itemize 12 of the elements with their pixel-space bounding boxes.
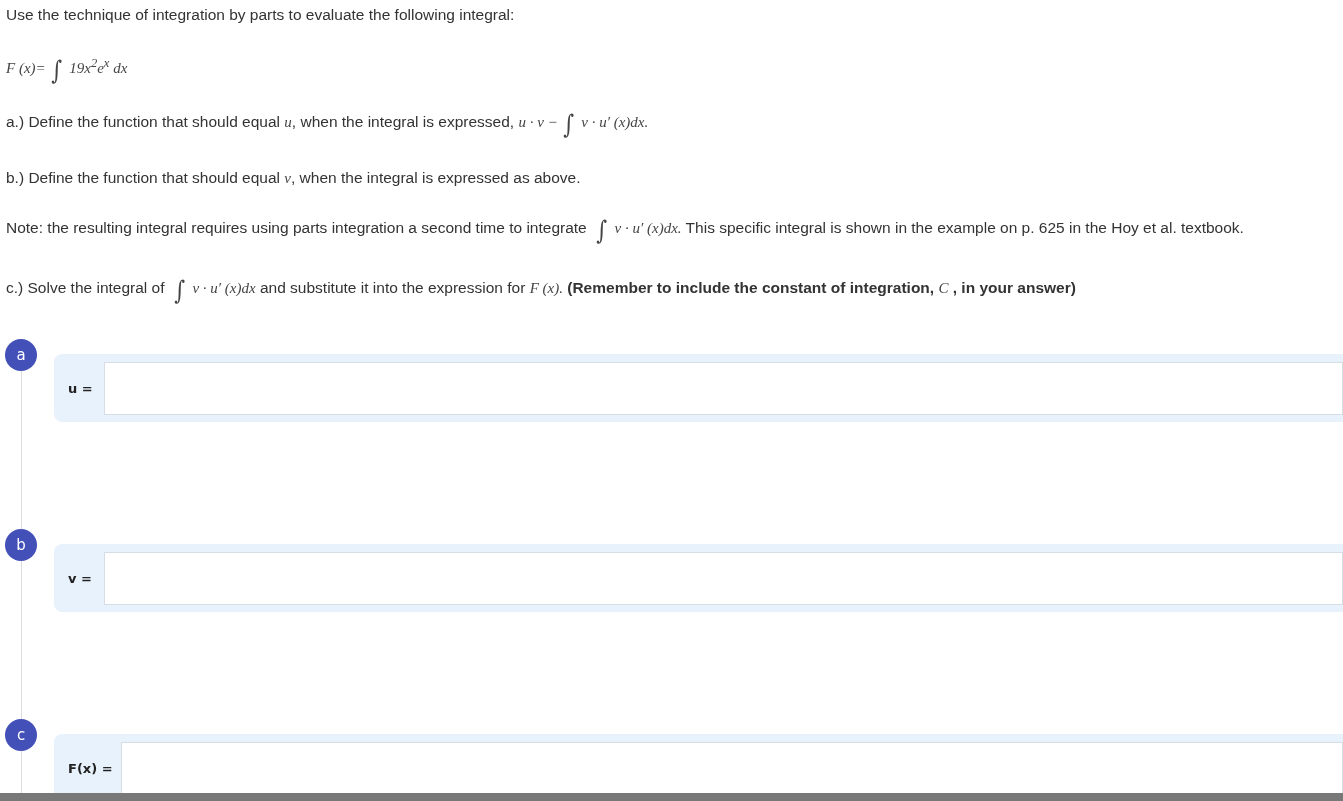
answer-label: v = [68,570,93,586]
horizontal-scrollbar[interactable] [0,793,1343,801]
answer-field[interactable] [120,741,1343,795]
part-badge: b [5,529,37,561]
paragraph: b.) Define the function that should equal v, when the integral is expressed as above. [6,168,582,188]
paragraph: Use the technique of integration by parts to evaluate the following integral: [6,5,516,25]
answer-label: F(x) = [68,760,113,776]
answer-field[interactable] [104,361,1343,415]
answer-label: u = [68,380,94,396]
part-badge: c [5,719,37,751]
part-badge: a [5,339,37,371]
answer-field[interactable] [104,551,1343,605]
